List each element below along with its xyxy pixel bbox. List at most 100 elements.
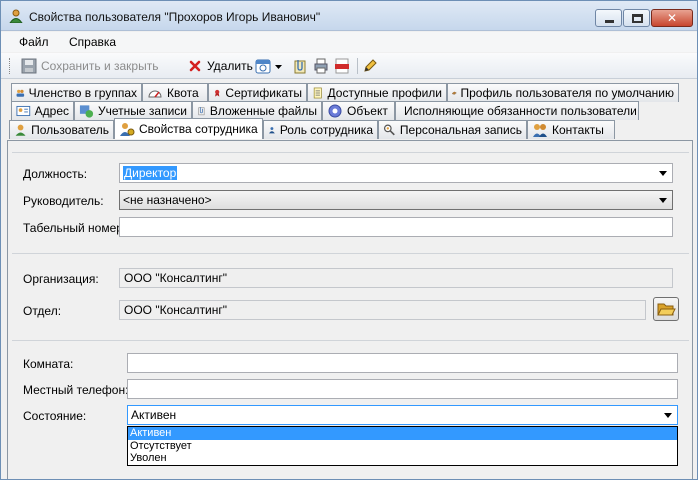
menu-file[interactable]: Файл xyxy=(19,35,49,49)
save-close-button[interactable]: Сохранить и закрыть xyxy=(21,57,158,75)
delete-button[interactable]: Удалить xyxy=(187,57,253,75)
chevron-down-icon[interactable] xyxy=(664,413,672,418)
tab-label: Квота xyxy=(167,86,199,100)
group-divider xyxy=(12,253,689,254)
tab-label: Персональная запись xyxy=(399,123,522,137)
attach-button[interactable] xyxy=(292,57,308,75)
tab-employee-role[interactable]: Роль сотрудника xyxy=(263,120,378,139)
pdf-icon xyxy=(335,58,349,74)
address-card-icon xyxy=(16,105,31,117)
contacts-icon xyxy=(533,124,547,137)
delete-label: Удалить xyxy=(207,59,253,73)
calendar-dropdown-button[interactable] xyxy=(255,57,282,75)
calendar-icon xyxy=(255,59,271,74)
toolbar-separator xyxy=(357,58,358,74)
accounts-icon xyxy=(79,105,94,118)
print-button[interactable] xyxy=(313,57,329,75)
attachment-icon xyxy=(294,60,306,74)
close-button[interactable]: ✕ xyxy=(651,9,693,27)
tab-label: Учетные записи xyxy=(98,104,187,118)
position-value: Директор xyxy=(123,166,178,180)
chevron-down-icon[interactable] xyxy=(659,198,667,203)
state-option-fired[interactable]: Уволен xyxy=(128,452,677,465)
tab-label: Свойства сотрудника xyxy=(139,122,258,136)
user-properties-window: Свойства пользователя "Прохоров Игорь Ив… xyxy=(0,0,698,480)
tab-row-1: Членство в группах Квота Сертификаты Дос… xyxy=(7,83,693,102)
manager-combobox[interactable]: <не назначено> xyxy=(119,190,673,210)
tab-label: Объект xyxy=(347,104,388,118)
tab-label: Доступные профили xyxy=(327,86,442,100)
save-close-label: Сохранить и закрыть xyxy=(41,59,159,73)
tab-object[interactable]: Объект xyxy=(322,101,395,120)
title-bar[interactable]: Свойства пользователя "Прохоров Игорь Ив… xyxy=(1,1,697,31)
role-icon xyxy=(268,127,275,134)
tabnum-input[interactable] xyxy=(119,217,673,237)
tab-personal-record[interactable]: Персональная запись xyxy=(378,120,527,139)
department-label: Отдел: xyxy=(23,304,62,318)
minimize-button[interactable] xyxy=(595,9,622,27)
pencil-icon xyxy=(364,59,377,72)
tab-label: Членство в группах xyxy=(28,86,137,100)
window-title: Свойства пользователя "Прохоров Игорь Ив… xyxy=(29,10,321,24)
tab-label: Исполняющие обязанности пользователи xyxy=(404,104,637,118)
organization-field: ООО "Консалтинг" xyxy=(119,268,673,288)
department-field: ООО "Консалтинг" xyxy=(119,300,646,320)
tab-certificates[interactable]: Сертификаты xyxy=(208,83,307,102)
open-folder-icon xyxy=(657,303,676,316)
menu-help[interactable]: Справка xyxy=(69,35,116,49)
tab-default-profile[interactable]: Профиль пользователя по умолчанию xyxy=(447,83,679,102)
group-divider xyxy=(12,152,689,153)
room-input[interactable] xyxy=(127,353,678,373)
phone-label: Местный телефон: xyxy=(23,383,129,397)
state-value: Активен xyxy=(131,408,177,422)
chevron-down-icon xyxy=(275,65,282,69)
user-icon xyxy=(15,124,26,136)
tab-row-3: Пользователь Свойства сотрудника Роль со… xyxy=(7,118,693,139)
tab-label: Пользователь xyxy=(31,123,109,137)
state-dropdown-list: Активен Отсутствует Уволен xyxy=(127,426,678,466)
tab-group-membership[interactable]: Членство в группах xyxy=(11,83,142,102)
paperclip-icon xyxy=(198,107,205,116)
tab-label: Сертификаты xyxy=(225,86,302,100)
tab-label: Профиль пользователя по умолчанию xyxy=(460,86,675,100)
phone-input[interactable] xyxy=(127,379,678,399)
close-icon: ✕ xyxy=(666,11,678,25)
room-label: Комната: xyxy=(23,357,74,371)
personal-record-icon xyxy=(384,124,395,136)
tab-label: Вложенные файлы xyxy=(209,104,317,118)
tab-row-2: Адрес Учетные записи Вложенные файлы Объ… xyxy=(7,101,693,120)
organization-label: Организация: xyxy=(23,272,99,286)
tab-label: Контакты xyxy=(552,123,604,137)
toolbar: Сохранить и закрыть Удалить xyxy=(1,53,697,79)
tab-employee-properties[interactable]: Свойства сотрудника xyxy=(114,118,263,139)
edit-button[interactable] xyxy=(362,57,378,75)
tab-label: Роль сотрудника xyxy=(279,123,373,137)
state-option-active[interactable]: Активен xyxy=(128,427,677,440)
maximize-icon xyxy=(632,14,643,23)
minimize-icon xyxy=(605,20,614,23)
tab-acting-users[interactable]: Исполняющие обязанности пользователи xyxy=(395,101,639,120)
tab-label: Адрес xyxy=(34,104,69,118)
document-list-icon xyxy=(313,87,322,99)
tab-user[interactable]: Пользователь xyxy=(9,120,114,139)
manager-value: <не назначено> xyxy=(123,193,212,207)
maximize-button[interactable] xyxy=(623,9,650,27)
position-combobox[interactable]: Директор xyxy=(119,163,673,183)
tab-available-profiles[interactable]: Доступные профили xyxy=(307,83,447,102)
user-properties-icon xyxy=(120,123,135,136)
toolbar-grip[interactable] xyxy=(9,58,11,74)
chevron-down-icon[interactable] xyxy=(659,171,667,176)
delete-x-icon xyxy=(189,60,201,72)
tab-contacts[interactable]: Контакты xyxy=(527,120,615,139)
tabnum-label: Табельный номер: xyxy=(23,221,127,235)
state-combobox[interactable]: Активен xyxy=(127,405,678,425)
browse-department-button[interactable] xyxy=(653,297,679,321)
menu-bar: Файл Справка xyxy=(1,32,697,52)
tab-quota[interactable]: Квота xyxy=(142,83,208,102)
save-icon xyxy=(21,58,37,74)
pdf-export-button[interactable] xyxy=(334,57,350,75)
state-option-absent[interactable]: Отсутствует xyxy=(128,440,677,453)
tab-address[interactable]: Адрес xyxy=(11,101,74,120)
book-icon xyxy=(452,91,457,95)
printer-icon xyxy=(314,58,328,74)
